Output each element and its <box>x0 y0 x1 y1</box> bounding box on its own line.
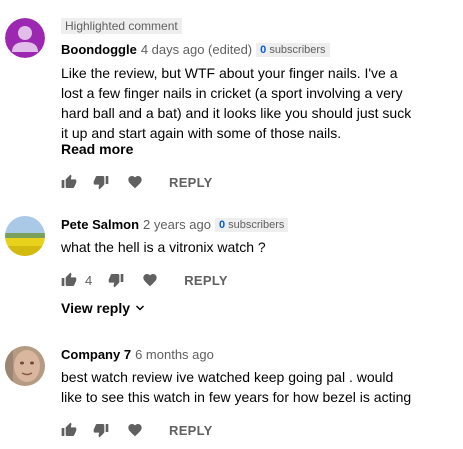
avatar[interactable] <box>5 216 45 256</box>
dislike-button[interactable] <box>93 422 109 438</box>
like-button[interactable] <box>61 174 77 190</box>
author-name[interactable]: Boondoggle <box>61 42 137 57</box>
comment-header: Pete Salmon 2 years ago 0 subscribers <box>61 216 289 234</box>
comment-header: Boondoggle 4 days ago (edited) 0 subscribe… <box>61 41 330 59</box>
action-bar: REPLY <box>61 172 213 192</box>
author-name[interactable]: Pete Salmon <box>61 217 139 232</box>
chevron-down-icon <box>135 305 145 311</box>
read-more-button[interactable]: Read more <box>61 141 133 157</box>
thumbs-up-icon <box>61 272 77 286</box>
subscribers-label: subscribers <box>228 219 285 231</box>
subscribers-label: subscribers <box>269 44 326 56</box>
timestamp[interactable]: 2 years ago <box>143 217 211 232</box>
avatar[interactable] <box>5 18 45 58</box>
timestamp[interactable]: 6 months ago <box>135 347 214 362</box>
comment-text: what the hell is a vitronix watch ? <box>61 239 266 255</box>
comment-3: Company 7 6 months ago best watch review … <box>0 330 463 449</box>
like-button[interactable] <box>61 272 77 288</box>
thumbs-down-icon <box>93 424 109 438</box>
subscribers-badge: 0 subscribers <box>256 43 330 57</box>
thumbs-up-icon <box>61 422 77 436</box>
timestamp[interactable]: 4 days ago (edited) <box>141 42 252 57</box>
subscribers-badge: 0 subscribers <box>214 218 289 232</box>
comment-text: Like the review, but WTF about your fing… <box>61 65 412 141</box>
action-bar: REPLY <box>61 420 213 440</box>
subscribers-count: 0 <box>260 44 267 56</box>
dislike-button[interactable] <box>93 174 109 190</box>
highlighted-badge: Highlighted comment <box>61 18 182 34</box>
heart-button[interactable] <box>142 272 158 288</box>
thumbs-down-icon <box>108 274 124 288</box>
heart-icon <box>128 424 142 437</box>
reply-button[interactable]: REPLY <box>169 175 213 190</box>
like-button[interactable] <box>61 422 77 438</box>
dislike-button[interactable] <box>108 272 124 288</box>
comment-body: Company 7 6 months ago best watch review … <box>61 330 455 449</box>
thumbs-down-icon <box>93 176 109 190</box>
heart-button[interactable] <box>127 422 143 438</box>
action-bar: 4 REPLY <box>61 270 228 290</box>
comment-header: Company 7 6 months ago <box>61 346 214 364</box>
reply-button[interactable]: REPLY <box>169 423 213 438</box>
view-reply-button[interactable]: View reply <box>61 300 146 316</box>
heart-icon <box>128 176 142 189</box>
reply-button[interactable]: REPLY <box>184 273 228 288</box>
author-name[interactable]: Company 7 <box>61 347 131 362</box>
comment-body: Highlighted comment Boondoggle 4 days ago… <box>61 0 455 200</box>
comment-1: Highlighted comment Boondoggle 4 days ago… <box>0 0 463 200</box>
like-count: 4 <box>85 272 93 288</box>
comment-body: Pete Salmon 2 years ago 0 subscribers what… <box>61 200 455 330</box>
avatar[interactable] <box>5 346 45 386</box>
thumbs-up-icon <box>61 174 77 188</box>
comment-text: best watch review ive watched keep going… <box>61 369 412 405</box>
view-reply-label: View reply <box>61 300 131 316</box>
comment-2: Pete Salmon 2 years ago 0 subscribers what… <box>0 200 463 330</box>
subscribers-count: 0 <box>218 219 226 231</box>
heart-button[interactable] <box>127 174 143 190</box>
heart-icon <box>143 274 157 287</box>
